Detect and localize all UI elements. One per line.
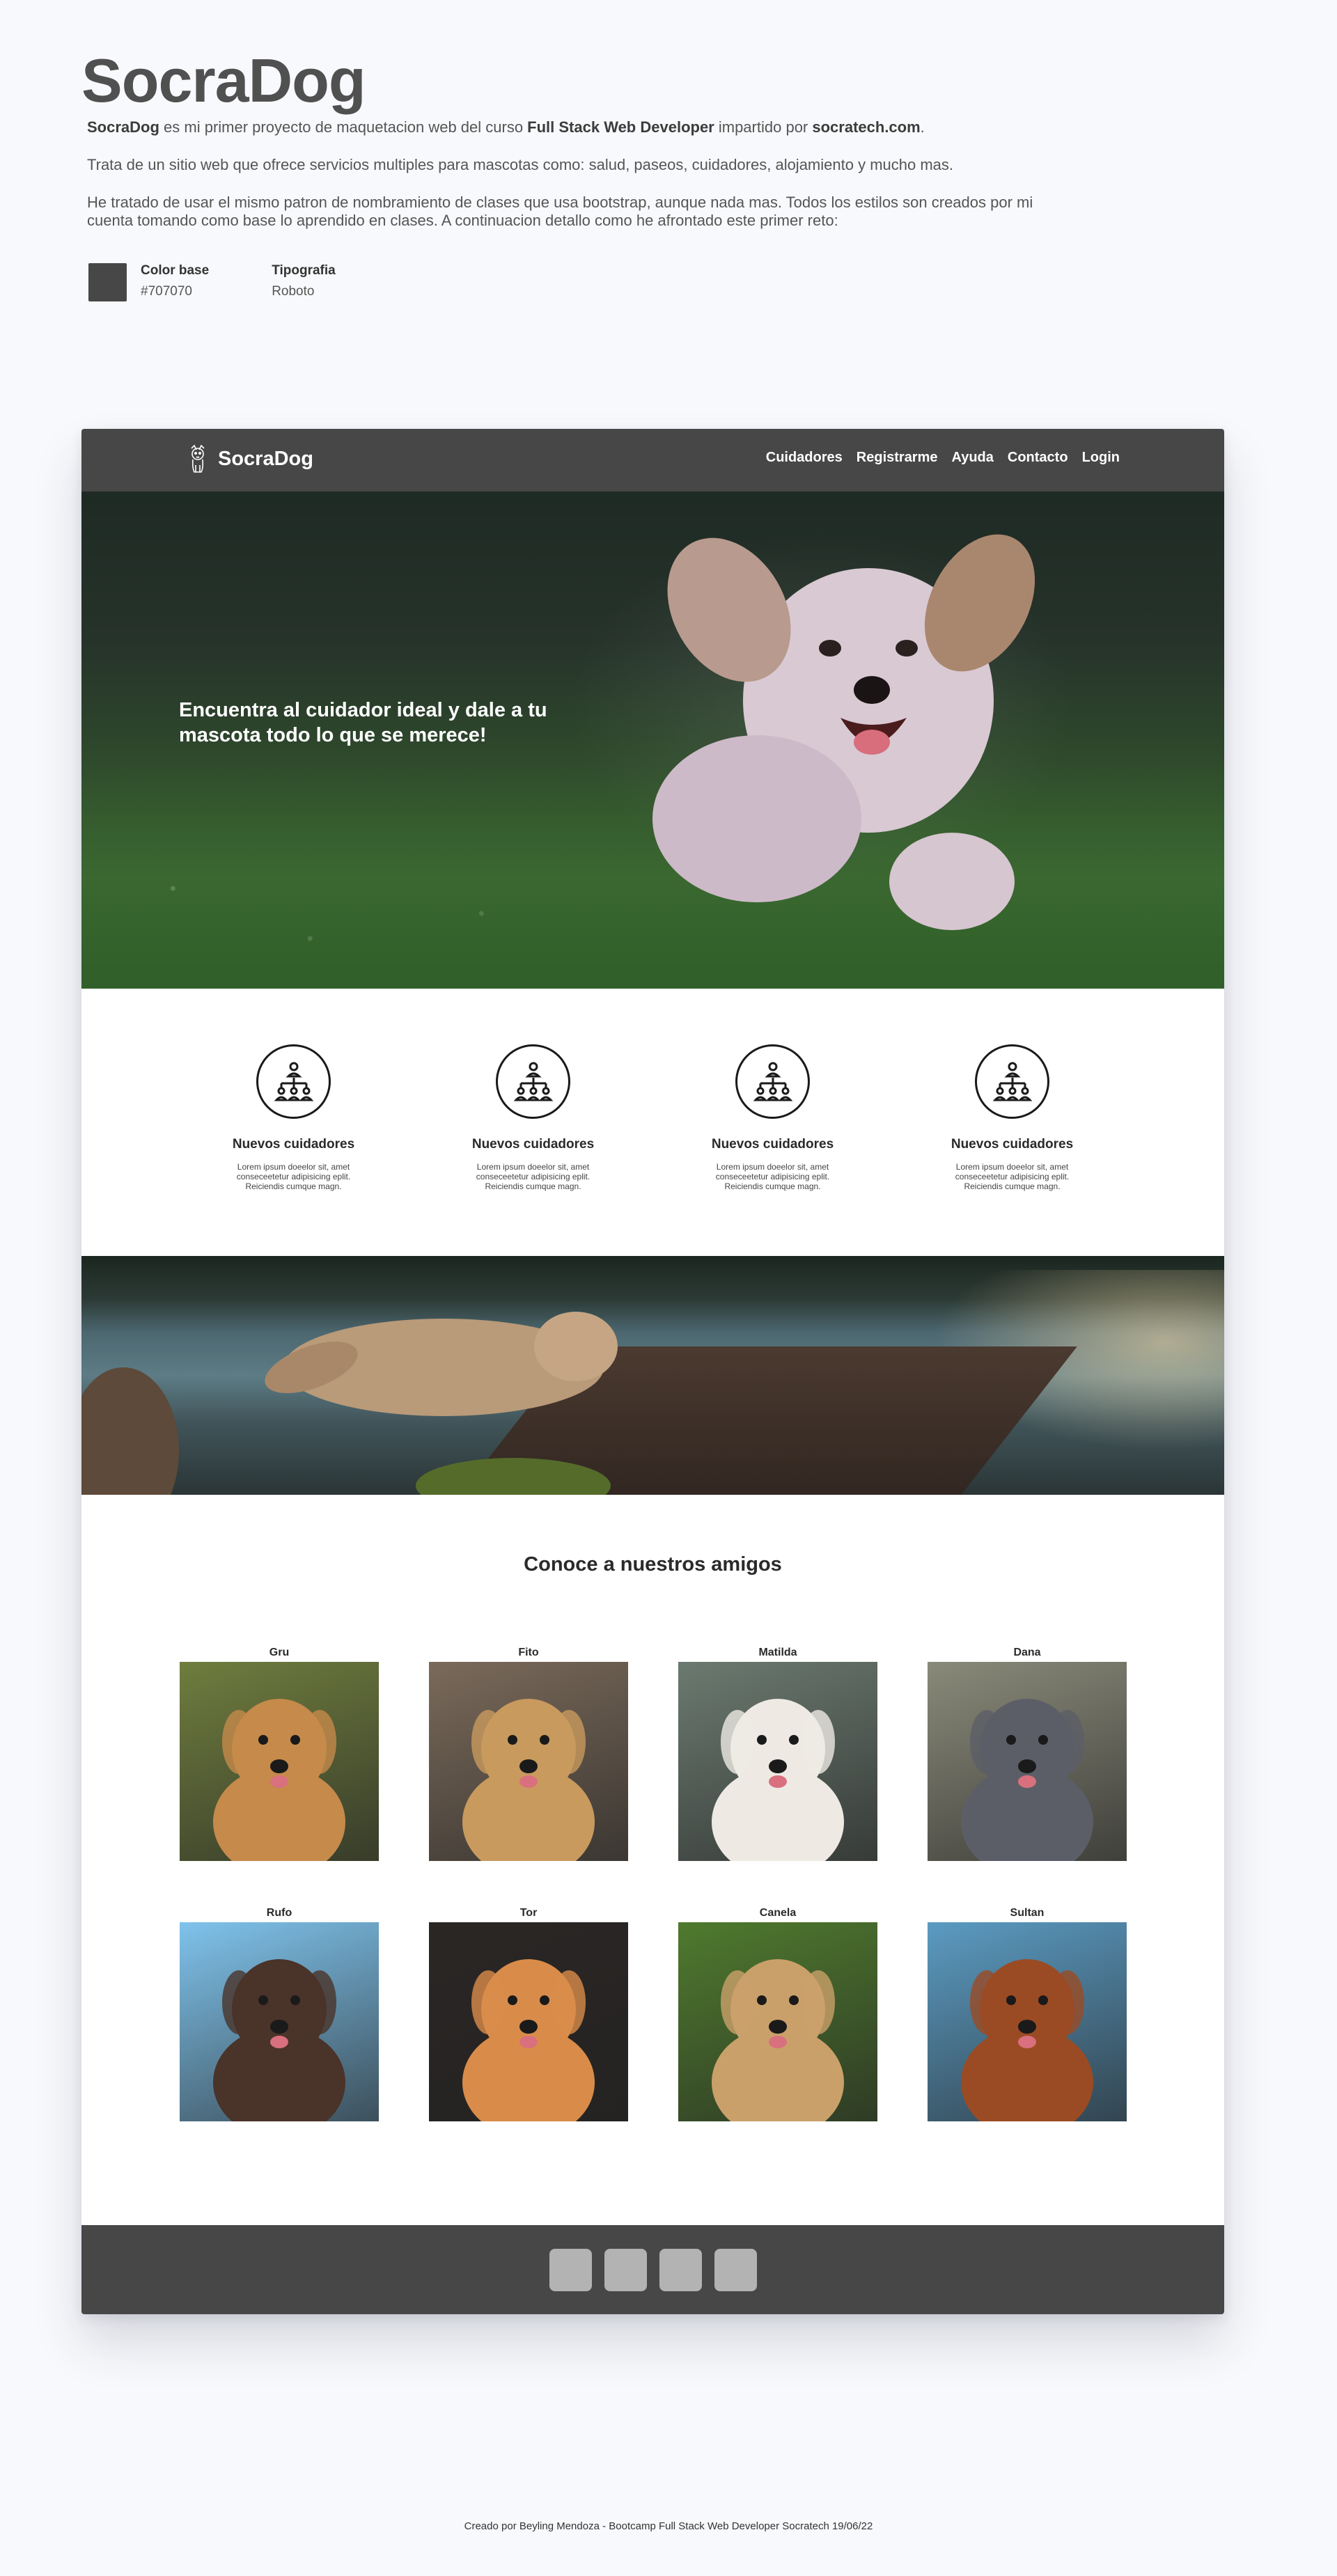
dog-portrait bbox=[961, 1699, 1093, 1861]
friend-name: Fito bbox=[518, 1647, 539, 1658]
site-footer bbox=[81, 2225, 1224, 2314]
dog-portrait bbox=[712, 1699, 844, 1861]
feature-card: Nuevos cuidadores Lorem ipsum doeelor si… bbox=[224, 989, 363, 1256]
friend-photo bbox=[928, 1922, 1127, 2121]
dog-portrait bbox=[213, 1699, 345, 1861]
intro-course-name: Full Stack Web Developer bbox=[527, 118, 714, 136]
caregivers-network-icon bbox=[975, 1044, 1049, 1119]
brand-name: SocraDog bbox=[218, 447, 313, 470]
friend-photo bbox=[928, 1662, 1127, 1861]
caregivers-network-icon bbox=[256, 1044, 331, 1119]
friend-name: Tor bbox=[519, 1907, 538, 1919]
social-button[interactable] bbox=[659, 2248, 702, 2291]
caregivers-network-icon bbox=[496, 1044, 570, 1119]
dog-portrait bbox=[462, 1959, 595, 2121]
style-specs: Color base #707070 Tipografia Roboto bbox=[88, 263, 1056, 302]
friend-photo bbox=[429, 1922, 628, 2121]
friend-card[interactable]: Matilda bbox=[678, 1647, 877, 1861]
intro-text-part: impartido por bbox=[714, 118, 813, 136]
feature-card: Nuevos cuidadores Lorem ipsum doeelor si… bbox=[464, 989, 603, 1256]
nav-link-contacto[interactable]: Contacto bbox=[1008, 450, 1068, 466]
feature-card: Nuevos cuidadores Lorem ipsum doeelor si… bbox=[703, 989, 843, 1256]
friend-card[interactable]: Gru bbox=[180, 1647, 379, 1861]
friend-name: Matilda bbox=[758, 1647, 797, 1658]
dog-portrait bbox=[213, 1959, 345, 2121]
page-credit: Creado por Beyling Mendoza - Bootcamp Fu… bbox=[464, 2520, 873, 2532]
social-button[interactable] bbox=[714, 2248, 757, 2291]
friend-name: Rufo bbox=[266, 1907, 292, 1919]
brand[interactable]: SocraDog bbox=[187, 444, 313, 473]
intro-text-part: . bbox=[920, 118, 925, 136]
spec-font-value: Roboto bbox=[272, 284, 315, 299]
friends-grid: Gru Fito Matilda Dana Rufo Tor Canela Sultan bbox=[180, 1647, 1148, 2121]
feature-title: Nuevos cuidadores bbox=[951, 1137, 1074, 1152]
friend-card[interactable]: Tor bbox=[429, 1907, 628, 2121]
dog-logo-icon bbox=[191, 444, 205, 473]
dog-portrait bbox=[712, 1959, 844, 2121]
hero-banner: Encuentra al cuidador ideal y dale a tu … bbox=[81, 492, 1224, 989]
friend-card[interactable]: Dana bbox=[928, 1647, 1127, 1861]
intro-paragraph-3: He tratado de usar el mismo patron de no… bbox=[87, 194, 1033, 230]
friend-card[interactable]: Rufo bbox=[180, 1907, 379, 2121]
friend-photo bbox=[429, 1662, 628, 1861]
friends-title: Conoce a nuestros amigos bbox=[524, 1553, 782, 1576]
nav-link-cuidadores[interactable]: Cuidadores bbox=[766, 450, 843, 466]
caregivers-network-icon bbox=[735, 1044, 810, 1119]
color-swatch bbox=[88, 263, 127, 302]
friend-photo bbox=[180, 1922, 379, 2121]
dog-portrait bbox=[462, 1699, 595, 1861]
lake-dog-banner bbox=[81, 1256, 1224, 1495]
spec-color: Color base #707070 bbox=[141, 263, 209, 299]
navbar: SocraDog Cuidadores Registrarme Ayuda Co… bbox=[81, 429, 1224, 492]
features-section: Nuevos cuidadores Lorem ipsum doeelor si… bbox=[81, 989, 1224, 1256]
friend-card[interactable]: Fito bbox=[429, 1647, 628, 1861]
friend-name: Dana bbox=[1013, 1647, 1041, 1658]
intro-section: SocraDog SocraDog es mi primer proyecto … bbox=[81, 46, 1056, 302]
spec-color-label: Color base bbox=[141, 263, 210, 278]
intro-paragraph-1: SocraDog es mi primer proyecto de maquet… bbox=[87, 118, 1056, 136]
page-title: SocraDog bbox=[81, 46, 366, 115]
feature-text: Lorem ipsum doeelor sit, amet conseceete… bbox=[476, 1162, 591, 1191]
friend-photo bbox=[678, 1922, 877, 2121]
nav-link-login[interactable]: Login bbox=[1082, 450, 1120, 466]
feature-card: Nuevos cuidadores Lorem ipsum doeelor si… bbox=[943, 989, 1082, 1256]
hero-headline: Encuentra al cuidador ideal y dale a tu … bbox=[179, 699, 547, 746]
feature-title: Nuevos cuidadores bbox=[711, 1137, 834, 1152]
friend-photo bbox=[180, 1662, 379, 1861]
feature-text: Lorem ipsum doeelor sit, amet conseceete… bbox=[955, 1162, 1070, 1191]
dog-portrait bbox=[961, 1959, 1093, 2121]
spec-font: Tipografia Roboto bbox=[272, 263, 336, 299]
nav-link-registrarme[interactable]: Registrarme bbox=[857, 450, 938, 466]
intro-text-part: es mi primer proyecto de maquetacion web… bbox=[159, 118, 528, 136]
jumping-dog-image bbox=[81, 1312, 618, 1495]
intro-project-name: SocraDog bbox=[87, 118, 159, 136]
spec-font-label: Tipografia bbox=[272, 263, 336, 278]
friend-card[interactable]: Canela bbox=[678, 1907, 877, 2121]
intro-paragraph-2: Trata de un sitio web que ofrece servici… bbox=[87, 156, 954, 174]
main-nav: Cuidadores Registrarme Ayuda Contacto Lo… bbox=[752, 450, 1120, 466]
friends-section: Conoce a nuestros amigos Gru Fito Matilda D… bbox=[81, 1495, 1224, 2226]
feature-text: Lorem ipsum doeelor sit, amet conseceete… bbox=[715, 1162, 830, 1191]
feature-text: Lorem ipsum doeelor sit, amet conseceete… bbox=[236, 1162, 351, 1191]
friend-photo bbox=[678, 1662, 877, 1861]
intro-school-link[interactable]: socratech.com bbox=[812, 118, 920, 136]
feature-title: Nuevos cuidadores bbox=[471, 1137, 595, 1152]
friend-name: Gru bbox=[269, 1647, 290, 1658]
social-button[interactable] bbox=[549, 2248, 592, 2291]
spec-color-value: #707070 bbox=[141, 284, 192, 299]
friend-name: Sultan bbox=[1010, 1907, 1045, 1919]
nav-link-ayuda[interactable]: Ayuda bbox=[952, 450, 994, 466]
feature-title: Nuevos cuidadores bbox=[232, 1137, 355, 1152]
friend-name: Canela bbox=[759, 1907, 797, 1919]
social-button[interactable] bbox=[604, 2248, 647, 2291]
friend-card[interactable]: Sultan bbox=[928, 1907, 1127, 2121]
site-mockup: SocraDog Cuidadores Registrarme Ayuda Co… bbox=[81, 429, 1224, 2314]
